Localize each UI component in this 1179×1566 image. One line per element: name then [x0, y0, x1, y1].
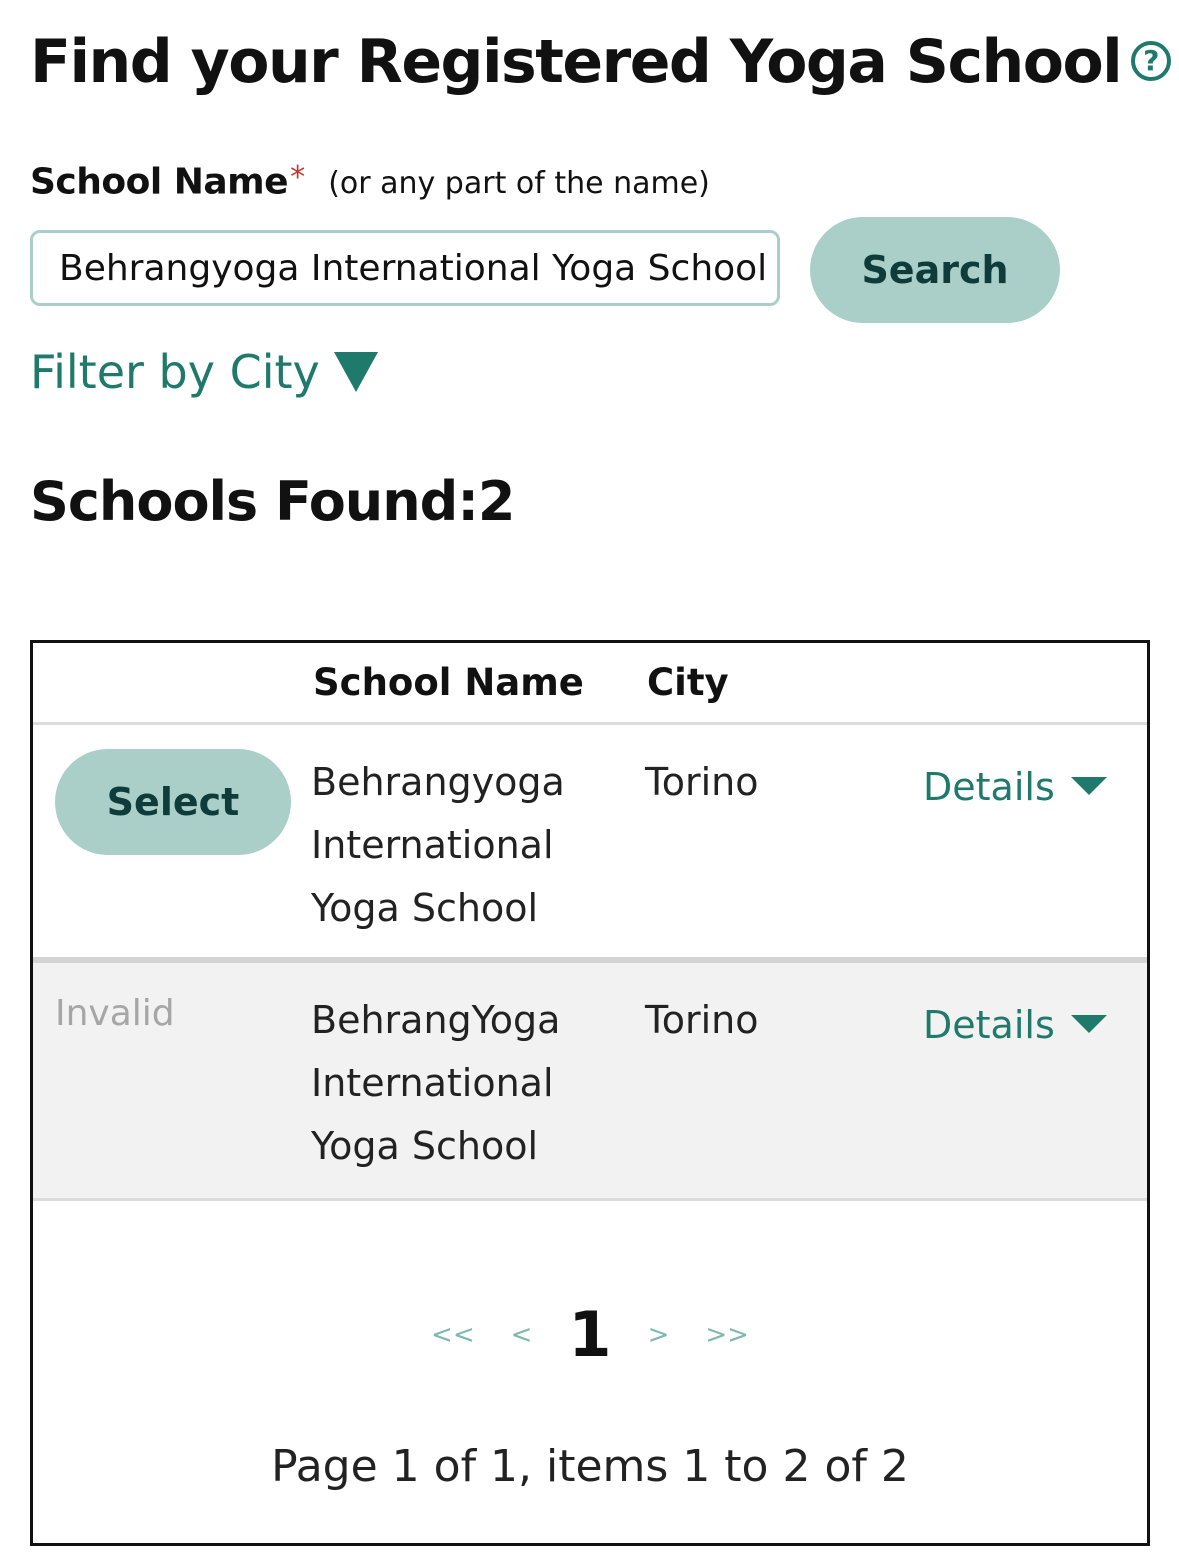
table-row: Invalid BehrangYoga International Yoga S… — [33, 963, 1147, 1201]
school-name-input[interactable] — [30, 230, 780, 306]
results-table: School Name City Select Behrangyoga Inte… — [30, 640, 1150, 1546]
invalid-status-label: Invalid — [55, 993, 175, 1034]
table-row: Select Behrangyoga International Yoga Sc… — [33, 725, 1147, 963]
required-marker: * — [290, 160, 306, 195]
city-cell: Torino — [645, 998, 759, 1042]
column-header-school-name: School Name — [313, 661, 584, 704]
school-name-label: School Name — [30, 161, 289, 203]
school-name-label-row: School Name* (or any part of the name) — [30, 160, 710, 202]
details-label: Details — [923, 1003, 1055, 1047]
school-name-cell: BehrangYoga International Yoga School — [311, 998, 561, 1168]
school-name-hint: (or any part of the name) — [328, 166, 710, 202]
details-toggle[interactable]: Details — [923, 765, 1107, 809]
details-toggle[interactable]: Details — [923, 1003, 1107, 1047]
page-title-text: Find your Registered Yoga School — [30, 27, 1123, 97]
page-title: Find your Registered Yoga School? — [30, 22, 1172, 102]
results-count-heading: Schools Found:2 — [30, 470, 515, 533]
pagination-summary: Page 1 of 1, items 1 to 2 of 2 — [271, 1441, 909, 1492]
help-icon[interactable]: ? — [1131, 41, 1172, 82]
pagination: << <1 > >> — [33, 1298, 1147, 1371]
school-name-cell: Behrangyoga International Yoga School — [311, 760, 565, 930]
current-page-number: 1 — [568, 1298, 612, 1371]
last-page-link[interactable]: >> — [705, 1320, 749, 1350]
select-button[interactable]: Select — [55, 749, 291, 855]
chevron-down-icon — [1070, 776, 1107, 795]
city-cell: Torino — [645, 760, 759, 804]
filter-by-city-label: Filter by City — [30, 345, 320, 399]
first-page-link[interactable]: << — [431, 1320, 475, 1350]
previous-page-link[interactable]: < — [511, 1320, 533, 1350]
search-button[interactable]: Search — [810, 217, 1060, 323]
next-page-link[interactable]: > — [648, 1320, 670, 1350]
filter-by-city-toggle[interactable]: Filter by City — [30, 345, 378, 399]
chevron-down-icon — [1070, 1014, 1107, 1033]
triangle-down-icon — [333, 351, 378, 392]
details-label: Details — [923, 765, 1055, 809]
column-header-city: City — [647, 661, 729, 704]
